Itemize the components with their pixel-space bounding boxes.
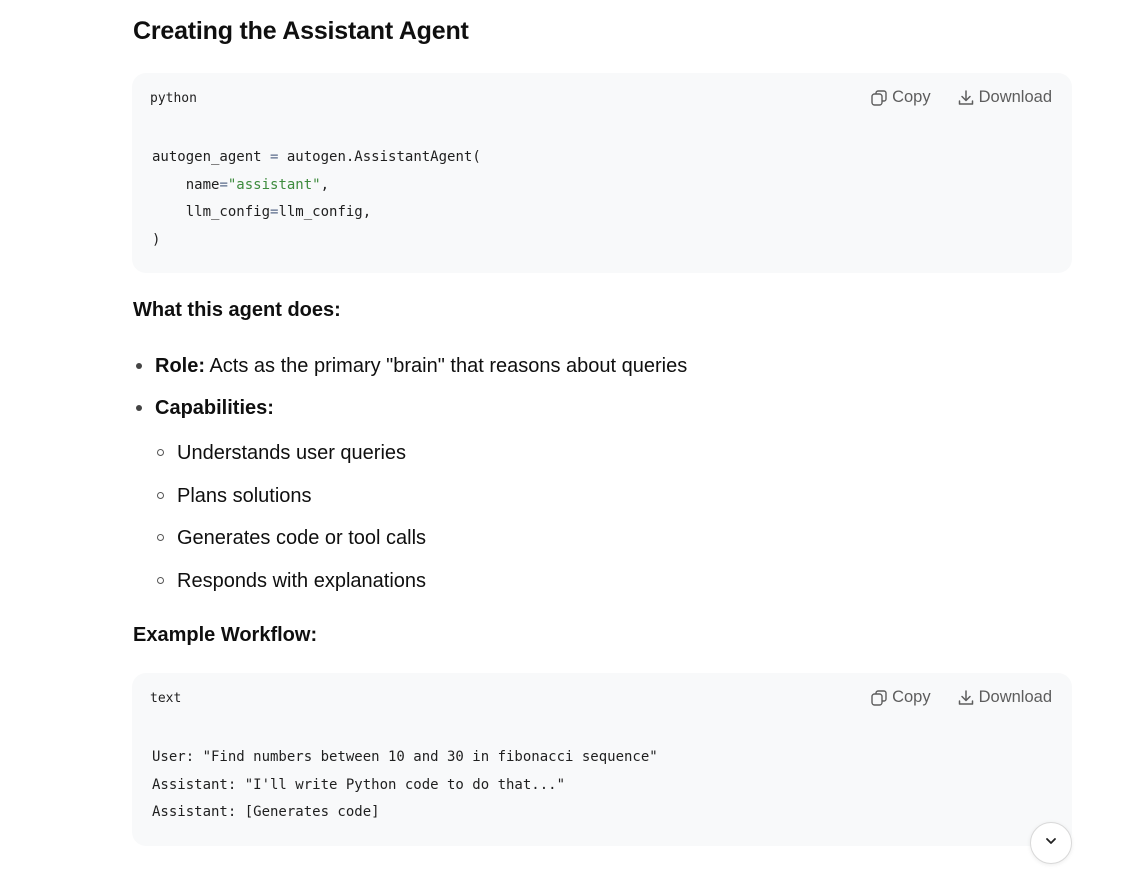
bullet-dot <box>136 405 142 411</box>
list-item: Plans solutions <box>177 485 312 507</box>
chevron-down-icon <box>1044 834 1058 853</box>
code-language-label: python <box>150 91 197 106</box>
download-label: Download <box>978 88 1052 106</box>
download-label: Download <box>978 688 1052 706</box>
list-item-capabilities: Capabilities: <box>155 396 274 420</box>
code-line: Assistant: "I'll write Python code to do… <box>152 776 566 793</box>
list-item: Generates code or tool calls <box>177 527 427 549</box>
sub-bullet <box>157 492 164 499</box>
bullet-dot <box>136 363 142 369</box>
code-actions: Copy Download <box>870 88 1052 107</box>
code-language-label: text <box>150 691 182 706</box>
code-line: name="assistant", <box>152 176 330 193</box>
code-content: autogen_agent = autogen.AssistantAgent( … <box>152 144 481 254</box>
section-title: Creating the Assistant Agent <box>133 17 469 45</box>
what-heading: What this agent does: <box>133 299 341 321</box>
download-icon <box>957 689 975 707</box>
copy-label: Copy <box>892 688 931 706</box>
sub-bullet <box>157 449 164 456</box>
code-content: User: "Find numbers between 10 and 30 in… <box>152 744 658 827</box>
sub-bullet <box>157 577 164 584</box>
code-block-python: python Copy Download autogen_agent = aut… <box>132 73 1072 273</box>
code-line: User: "Find numbers between 10 and 30 in… <box>152 749 658 765</box>
download-icon <box>957 89 975 107</box>
code-line: ) <box>152 231 161 248</box>
download-button[interactable]: Download <box>957 688 1052 707</box>
code-line: llm_config=llm_config, <box>152 204 372 220</box>
copy-icon <box>870 89 888 107</box>
list-item: Responds with explanations <box>177 570 427 592</box>
copy-label: Copy <box>892 88 931 106</box>
code-line: autogen_agent = autogen.AssistantAgent( <box>152 149 481 165</box>
code-actions: Copy Download <box>870 688 1052 707</box>
list-item-role: Role: Acts as the primary "brain" that r… <box>155 354 687 378</box>
copy-button[interactable]: Copy <box>870 688 931 707</box>
copy-icon <box>870 689 888 707</box>
code-line: Assistant: [Generates code] <box>152 804 380 820</box>
capabilities-label: Capabilities: <box>155 397 274 419</box>
copy-button[interactable]: Copy <box>870 88 931 107</box>
role-text: Acts as the primary "brain" that reasons… <box>205 355 688 377</box>
role-label: Role: <box>155 355 205 377</box>
chat-response-page: Creating the Assistant Agent python Copy <box>0 0 1145 871</box>
example-heading: Example Workflow: <box>133 624 318 646</box>
scroll-to-bottom-button[interactable] <box>1030 822 1072 864</box>
list-item: Understands user queries <box>177 442 407 464</box>
code-block-text: text Copy Download User: "Find numbers b… <box>132 673 1072 846</box>
download-button[interactable]: Download <box>957 88 1052 107</box>
sub-bullet <box>157 534 164 541</box>
